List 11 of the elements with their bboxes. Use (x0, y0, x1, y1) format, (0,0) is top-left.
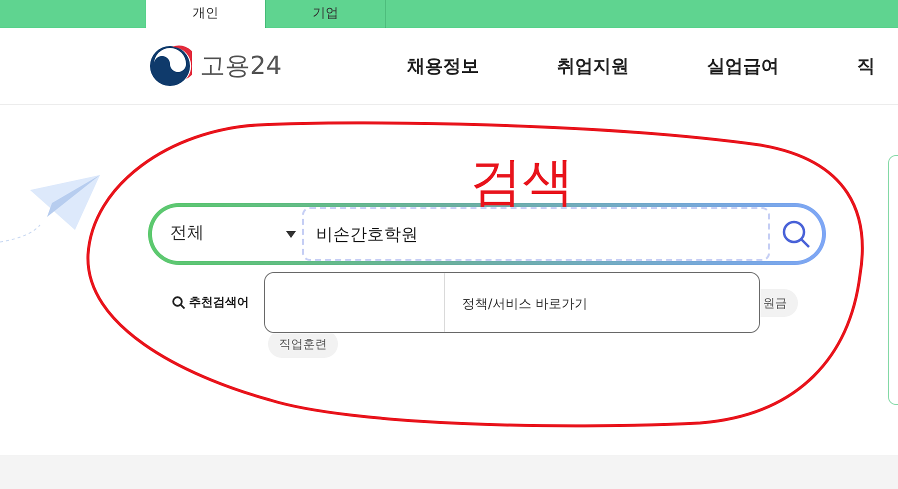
audience-tab[interactable]: 개인 (146, 0, 266, 28)
nav-link[interactable]: 취업지원 (556, 52, 629, 80)
nav-link[interactable]: 실업급여 (706, 52, 779, 80)
search-input[interactable]: 비손간호학원 (302, 207, 770, 261)
nav-link[interactable]: 직 (856, 52, 875, 80)
recommended-label: 추천검색어 (189, 294, 249, 311)
nav-link[interactable]: 채용정보 (406, 52, 479, 80)
quick-link-tab[interactable]: 정책/서비스 바로가기 (445, 273, 588, 332)
audience-tab[interactable]: 기업 (266, 0, 386, 28)
logo-text: 고용24 (200, 50, 282, 82)
category-select[interactable]: 전체 (152, 220, 302, 248)
